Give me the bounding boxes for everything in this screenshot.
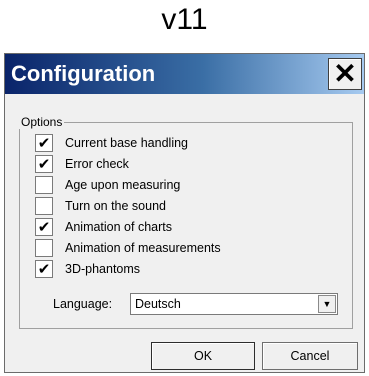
language-select[interactable]: Deutsch ▼ (130, 293, 338, 315)
version-label: v11 (161, 3, 208, 36)
checkbox-checked[interactable]: ✔ (35, 218, 53, 236)
option-label: Animation of charts (65, 220, 172, 234)
checkbox-checked[interactable]: ✔ (35, 155, 53, 173)
option-label: Animation of measurements (65, 241, 221, 255)
configuration-dialog: Configuration ✕ Options ✔ Current base h… (4, 53, 365, 373)
checkbox-unchecked[interactable] (35, 239, 53, 257)
option-label: Error check (65, 157, 129, 171)
language-value: Deutsch (135, 297, 181, 311)
checkbox-checked[interactable]: ✔ (35, 260, 53, 278)
options-group-label: Options (19, 115, 65, 129)
ok-button[interactable]: OK (151, 342, 255, 370)
cancel-button[interactable]: Cancel (262, 342, 358, 370)
close-button[interactable]: ✕ (328, 58, 362, 90)
checkbox-unchecked[interactable] (35, 197, 53, 215)
option-label: 3D-phantoms (65, 262, 141, 276)
dialog-title: Configuration (11, 61, 156, 86)
checkbox-checked[interactable]: ✔ (35, 134, 53, 152)
checkbox-unchecked[interactable] (35, 176, 53, 194)
language-label: Language: (53, 297, 113, 311)
title-bar[interactable]: Configuration ✕ (5, 54, 364, 94)
chevron-down-icon: ▼ (322, 299, 332, 309)
option-label: Age upon measuring (65, 178, 181, 192)
dropdown-button[interactable]: ▼ (318, 295, 336, 313)
close-icon: ✕ (333, 58, 357, 89)
option-label: Current base handling (65, 136, 188, 150)
option-label: Turn on the sound (65, 199, 166, 213)
